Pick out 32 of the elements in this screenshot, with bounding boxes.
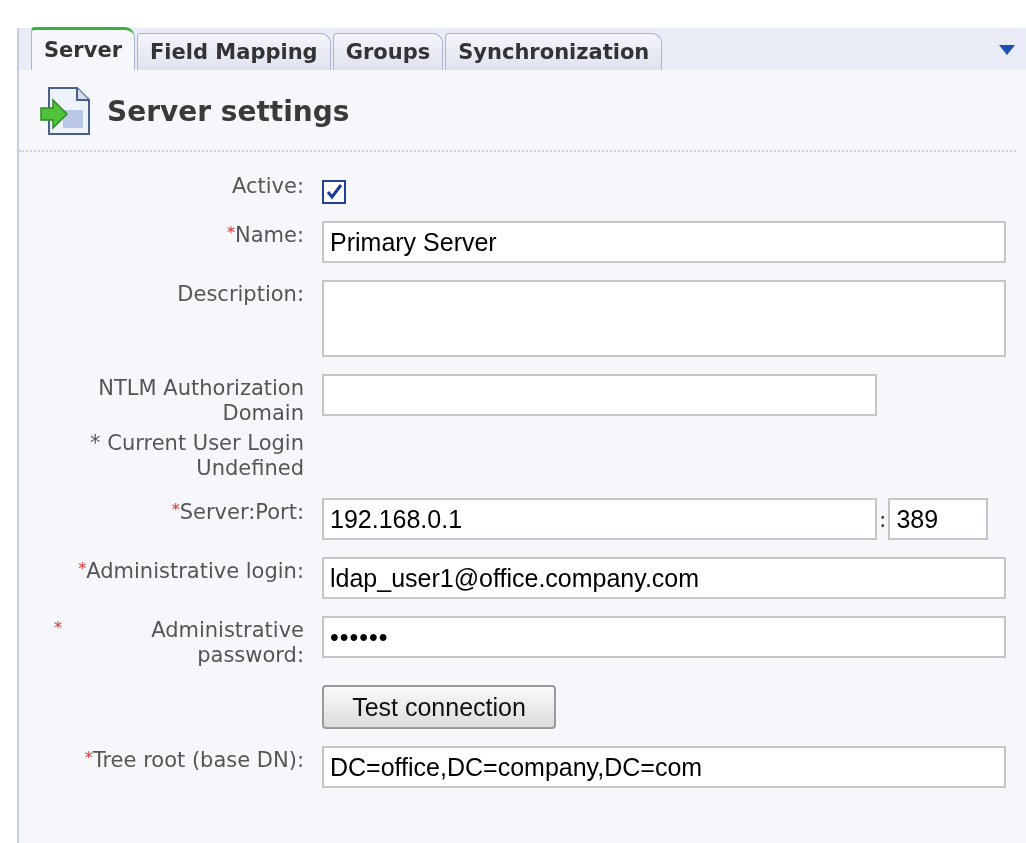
required-asterisk: * [54, 618, 62, 637]
test-connection-button[interactable]: Test connection [322, 685, 556, 729]
field-label: Description: [177, 282, 304, 307]
field-label: NTLM Authorization Domain [97, 376, 304, 426]
password-field[interactable]: •••••• [322, 616, 1006, 658]
server-field[interactable]: 192.168.0.1 [322, 498, 877, 540]
tab[interactable]: Groups [332, 33, 444, 70]
tab[interactable]: Server [31, 27, 135, 70]
field-label: Active: [231, 174, 304, 199]
port-separator: : [879, 506, 887, 532]
domain-field[interactable] [322, 374, 877, 416]
port-field[interactable]: 389 [888, 498, 989, 540]
login-note: * Current User Login Undefined [89, 431, 304, 481]
required-asterisk: * [78, 559, 87, 578]
required-asterisk: * [226, 223, 235, 242]
tab[interactable]: Field Mapping [137, 33, 331, 70]
required-asterisk: * [84, 748, 93, 767]
field-label: Administrative password: [150, 618, 304, 668]
field-label: Server:Port: [179, 500, 304, 525]
text-field[interactable]: DC=office,DC=company,DC=com [322, 746, 1006, 788]
description-field[interactable] [322, 280, 1006, 357]
text-field[interactable]: ldap_user1@office.company.com [322, 557, 1006, 599]
field-label: Tree root (base DN): [92, 748, 304, 773]
field-label: Name: [234, 223, 304, 248]
document-arrow-icon [39, 86, 93, 136]
required-asterisk: * [171, 500, 180, 519]
dropdown-caret-icon[interactable] [998, 44, 1016, 56]
active-checkbox[interactable] [322, 180, 346, 204]
tab[interactable]: Synchronization [445, 33, 663, 70]
field-label: Administrative login: [86, 559, 304, 584]
text-field[interactable]: Primary Server [322, 221, 1006, 263]
section-title: Server settings [107, 94, 350, 128]
